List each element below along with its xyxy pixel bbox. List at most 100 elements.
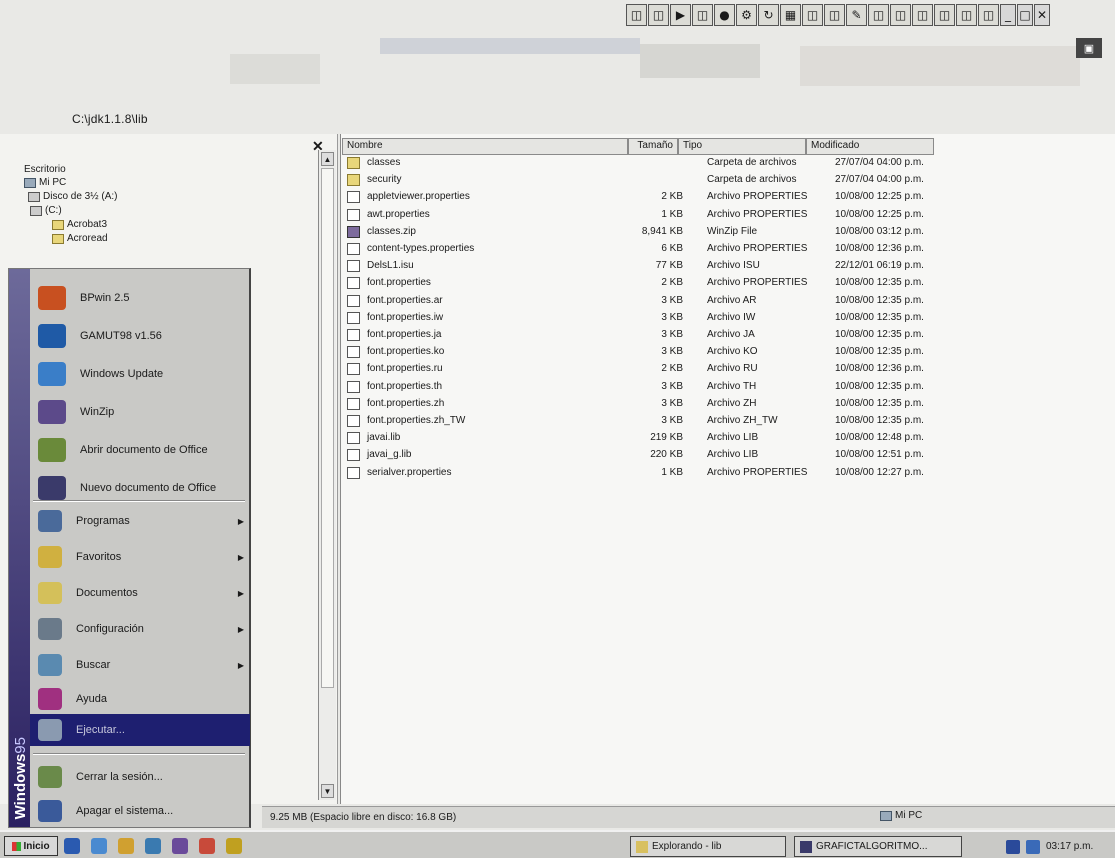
column-header-modified[interactable]: Modificado xyxy=(806,138,934,155)
file-row[interactable]: javai_g.lib 220 KB Archivo LIB 10/08/00 12:… xyxy=(341,447,1115,464)
file-row[interactable]: appletviewer.properties 2 KB Archivo PROPE… xyxy=(341,189,1115,206)
start-menu-item[interactable]: BPwin 2.5 xyxy=(30,281,250,315)
tree-node[interactable]: (C:) xyxy=(30,205,62,216)
start-menu: Windows95 BPwin 2.5 GAMUT98 v1.56 Windows … xyxy=(8,268,251,828)
scroll-down-icon[interactable]: ▼ xyxy=(321,784,334,798)
start-menu-item[interactable]: WinZip xyxy=(30,395,250,429)
file-row[interactable]: font.properties 2 KB Archivo PROPERTIES 10/… xyxy=(341,275,1115,292)
start-menu-item-label: GAMUT98 v1.56 xyxy=(80,330,162,342)
column-header-size[interactable]: Tamaño xyxy=(628,138,678,155)
desktop-icon[interactable] xyxy=(145,838,161,854)
pin-icon[interactable]: ◫ xyxy=(956,4,977,26)
edit-icon[interactable]: ✎ xyxy=(846,4,867,26)
search-icon xyxy=(38,654,62,676)
file-icon xyxy=(347,397,360,410)
pin-icon[interactable]: ◫ xyxy=(626,4,647,26)
start-menu-item[interactable]: Abrir documento de Office xyxy=(30,433,250,467)
programs-icon xyxy=(38,510,62,532)
file-row[interactable]: font.properties.zh_TW 3 KB Archivo ZH_TW 10… xyxy=(341,413,1115,430)
clock[interactable]: 03:17 p.m. xyxy=(1046,841,1093,852)
pin-icon[interactable]: ◫ xyxy=(802,4,823,26)
tree-node[interactable]: Acrobat3 xyxy=(52,219,107,230)
scroll-thumb[interactable] xyxy=(321,168,334,688)
file-list-header: Nombre Tamaño Tipo Modificado xyxy=(342,138,934,155)
email-icon[interactable] xyxy=(91,838,107,854)
tree-node[interactable]: Escritorio xyxy=(24,164,66,175)
submenu-arrow-icon: ▶ xyxy=(237,624,244,634)
file-row[interactable]: font.properties.zh 3 KB Archivo ZH 10/08/00… xyxy=(341,396,1115,413)
pin-icon[interactable]: ◫ xyxy=(978,4,999,26)
tree-node[interactable]: Disco de 3½ (A:) xyxy=(28,191,117,202)
tree-node[interactable]: Mi PC xyxy=(24,177,66,188)
pin-icon[interactable]: ◫ xyxy=(692,4,713,26)
minimize-icon[interactable]: _ xyxy=(1000,4,1016,26)
file-row[interactable]: font.properties.ja 3 KB Archivo JA 10/08/00… xyxy=(341,327,1115,344)
file-row[interactable]: javai.lib 219 KB Archivo LIB 10/08/00 12:48… xyxy=(341,430,1115,447)
file-size: 1 KB xyxy=(661,208,683,220)
loop-icon[interactable]: ↻ xyxy=(758,4,779,26)
explorer-icon[interactable] xyxy=(172,838,188,854)
start-menu-item[interactable]: Windows Update xyxy=(30,357,250,391)
file-row[interactable]: font.properties.ru 2 KB Archivo RU 10/08/00… xyxy=(341,361,1115,378)
taskbar-task-button[interactable]: Explorando - lib xyxy=(630,836,786,857)
file-row[interactable]: classes.zip 8,941 KB WinZip File 10/08/00 0… xyxy=(341,224,1115,241)
file-row[interactable]: font.properties.iw 3 KB Archivo IW 10/08/00… xyxy=(341,310,1115,327)
play-icon[interactable]: ▶ xyxy=(670,4,691,26)
start-menu-item[interactable]: GAMUT98 v1.56 xyxy=(30,319,250,353)
start-menu-item[interactable]: Ayuda xyxy=(30,683,250,715)
taskbar-task-button[interactable]: GRAFICTALGORITMO... xyxy=(794,836,962,857)
column-header-type[interactable]: Tipo xyxy=(678,138,806,155)
close-icon[interactable]: ✕ xyxy=(1034,4,1050,26)
start-menu-item[interactable]: Configuración ▶ xyxy=(30,613,250,645)
status-bar: 9.25 MB (Espacio libre en disco: 16.8 GB… xyxy=(262,806,1115,828)
browser-icon[interactable] xyxy=(64,838,80,854)
pin-icon[interactable]: ◫ xyxy=(890,4,911,26)
channels-icon[interactable] xyxy=(118,838,134,854)
grid-icon[interactable]: ▦ xyxy=(780,4,801,26)
volume-icon[interactable] xyxy=(1006,839,1020,854)
pin-icon[interactable]: ◫ xyxy=(868,4,889,26)
tree-node[interactable]: Acroread xyxy=(52,233,108,244)
folder-icon xyxy=(52,219,64,230)
file-row[interactable]: awt.properties 1 KB Archivo PROPERTIES 10/0… xyxy=(341,207,1115,224)
start-menu-item[interactable]: Cerrar la sesión... xyxy=(30,761,250,793)
tree-scrollbar[interactable]: ▲ ▼ xyxy=(318,150,336,800)
file-row[interactable]: DelsL1.isu 77 KB Archivo ISU 22/12/01 06:19… xyxy=(341,258,1115,275)
start-menu-banner: Windows95 xyxy=(9,269,30,827)
pin-icon[interactable]: ◫ xyxy=(648,4,669,26)
scroll-up-icon[interactable]: ▲ xyxy=(321,152,334,166)
file-type: Archivo AR xyxy=(707,294,757,306)
start-menu-item-label: Abrir documento de Office xyxy=(80,444,208,456)
file-row[interactable]: serialver.properties 1 KB Archivo PROPERTI… xyxy=(341,465,1115,482)
record-icon[interactable]: ● xyxy=(714,4,735,26)
globe-icon xyxy=(38,362,66,386)
arrow-icon[interactable] xyxy=(226,838,242,854)
file-row[interactable]: font.properties.th 3 KB Archivo TH 10/08/00… xyxy=(341,379,1115,396)
pin-icon[interactable]: ◫ xyxy=(912,4,933,26)
file-row[interactable]: font.properties.ko 3 KB Archivo KO 10/08/00… xyxy=(341,344,1115,361)
file-row[interactable]: security Carpeta de archivos 27/07/04 04:0… xyxy=(341,172,1115,189)
start-menu-item[interactable]: Documentos ▶ xyxy=(30,577,250,609)
window-icon[interactable]: ▣ xyxy=(1076,38,1102,58)
start-menu-item[interactable]: Programas ▶ xyxy=(30,505,250,537)
file-row[interactable]: classes Carpeta de archivos 27/07/04 04:00… xyxy=(341,155,1115,172)
run-icon xyxy=(38,719,62,741)
pin-icon[interactable]: ◫ xyxy=(934,4,955,26)
maximize-icon[interactable]: □ xyxy=(1017,4,1033,26)
winzip-icon[interactable] xyxy=(199,838,215,854)
file-row[interactable]: font.properties.ar 3 KB Archivo AR 10/08/00… xyxy=(341,293,1115,310)
start-menu-item[interactable]: Favoritos ▶ xyxy=(30,541,250,573)
file-icon xyxy=(347,243,360,255)
file-row[interactable]: content-types.properties 6 KB Archivo PROP… xyxy=(341,241,1115,258)
file-name: font.properties.zh xyxy=(367,397,445,409)
pin-icon[interactable]: ◫ xyxy=(824,4,845,26)
file-icon xyxy=(347,346,360,359)
address-bar-path[interactable]: C:\jdk1.1.8\lib xyxy=(72,112,148,126)
start-menu-item[interactable]: Buscar ▶ xyxy=(30,649,250,681)
gear-icon[interactable]: ⚙ xyxy=(736,4,757,26)
start-button[interactable]: Inicio xyxy=(4,836,58,856)
network-icon[interactable] xyxy=(1026,839,1040,854)
start-menu-item[interactable]: Ejecutar... xyxy=(30,714,250,746)
column-header-name[interactable]: Nombre xyxy=(342,138,628,155)
start-menu-item[interactable]: Apagar el sistema... xyxy=(30,795,250,827)
